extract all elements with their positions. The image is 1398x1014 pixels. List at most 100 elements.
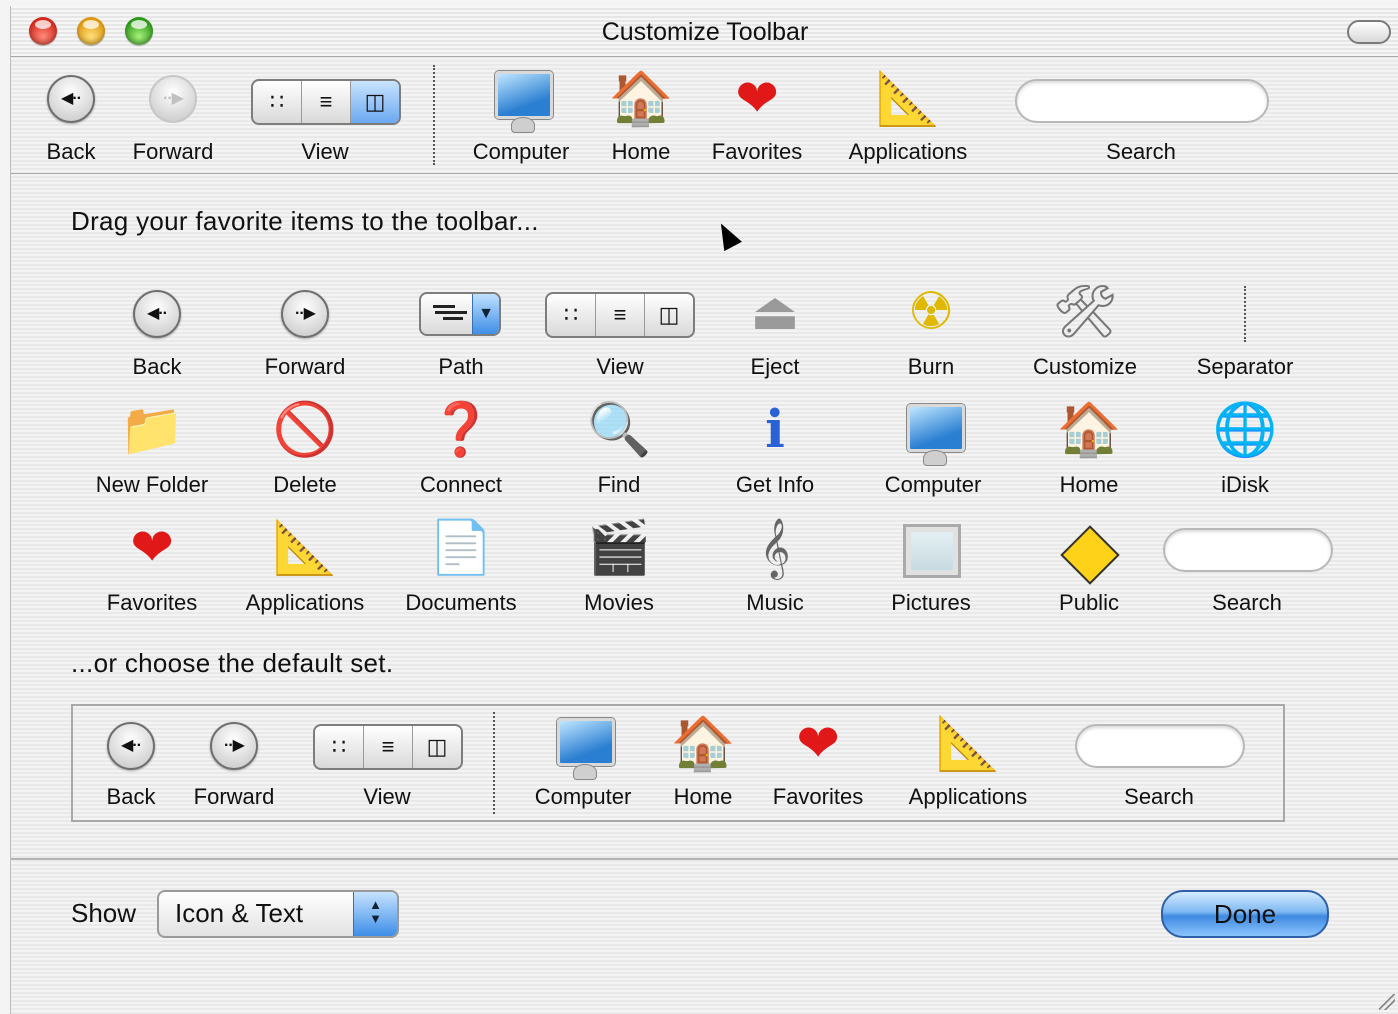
list-view-icon: ≡: [364, 726, 413, 768]
view-segmented-icon: ∷ ≡ ◫: [545, 292, 695, 338]
mouse-cursor-icon: [712, 218, 742, 252]
palette-item-label: Separator: [1196, 354, 1294, 379]
default-item-label: Back: [106, 784, 156, 809]
list-view-icon: ≡: [302, 81, 351, 123]
palette-item-public[interactable]: Public: [1029, 514, 1149, 624]
customize-toolbar-window: Customize Toolbar ◀·· Back ··▶ Forward ∷…: [10, 6, 1398, 1014]
palette-item-label: New Folder: [95, 472, 209, 497]
palette-item-customize[interactable]: 🛠 Customize: [1015, 278, 1155, 388]
palette-item-home[interactable]: 🏠 Home: [1029, 396, 1149, 506]
palette-item-forward[interactable]: ··▶ Forward: [245, 278, 365, 388]
palette-heading: Drag your favorite items to the toolbar.…: [71, 206, 539, 236]
show-popup-value: Icon & Text: [175, 898, 304, 928]
palette-item-label: Documents: [405, 590, 517, 615]
picture-frame-icon: [903, 524, 961, 578]
palette-item-new-folder[interactable]: 📁 New Folder: [77, 396, 227, 506]
toolbar-toggle-button[interactable]: [1347, 20, 1391, 44]
burn-icon: ☢: [907, 283, 955, 341]
toolbar-item-applications[interactable]: 📐 Applications: [833, 57, 983, 173]
delete-icon: 🚫: [272, 401, 338, 459]
default-item-label: Computer: [534, 784, 632, 809]
palette-item-applications[interactable]: 📐 Applications: [231, 514, 379, 624]
default-item-label: Favorites: [772, 784, 864, 809]
toolbar-item-label: Applications: [848, 139, 968, 164]
palette-item-label: Applications: [245, 590, 365, 615]
palette-item-computer[interactable]: Computer: [871, 396, 995, 506]
default-set-heading: ...or choose the default set.: [71, 648, 394, 678]
home-icon: 🏠: [1056, 401, 1122, 459]
palette-item-view[interactable]: ∷ ≡ ◫ View: [535, 278, 705, 388]
palette-item-back[interactable]: ◀·· Back: [97, 278, 217, 388]
info-icon: ℹ: [765, 401, 785, 459]
idisk-globe-icon: 🌐: [1212, 401, 1278, 459]
default-item-search: Search: [1069, 706, 1249, 820]
resize-handle[interactable]: [1379, 994, 1395, 1010]
eject-icon: ⏏: [750, 283, 800, 341]
toolbar-item-search[interactable]: Search: [1011, 57, 1271, 173]
path-icon: ▼: [419, 292, 501, 336]
toolbar-item-computer[interactable]: Computer: [461, 57, 581, 173]
applications-icon: 📐: [935, 715, 1001, 773]
column-view-icon: ◫: [351, 81, 399, 123]
toolbar-item-back[interactable]: ◀·· Back: [31, 57, 111, 173]
column-view-icon: ◫: [426, 734, 448, 759]
palette-item-label: Favorites: [106, 590, 198, 615]
palette-item-delete[interactable]: 🚫 Delete: [245, 396, 365, 506]
default-item-back: ◀·· Back: [93, 706, 169, 820]
palette-item-connect[interactable]: ❓ Connect: [401, 396, 521, 506]
palette-item-label: Public: [1059, 590, 1119, 615]
icon-view-icon: ∷: [315, 726, 364, 768]
toolbar-separator: [433, 65, 435, 165]
popup-arrows-icon: ▲ ▼: [353, 892, 397, 936]
palette-item-label: Music: [746, 590, 804, 615]
palette-item-label: Path: [438, 354, 484, 379]
search-field: [1163, 528, 1333, 572]
computer-icon: [907, 404, 965, 466]
palette-item-get-info[interactable]: ℹ Get Info: [715, 396, 835, 506]
palette-item-eject[interactable]: ⏏ Eject: [715, 278, 835, 388]
palette-item-burn[interactable]: ☢ Burn: [871, 278, 991, 388]
default-item-home: 🏠 Home: [663, 706, 743, 820]
toolbar-item-label: Favorites: [711, 139, 803, 164]
toolbar-item-forward[interactable]: ··▶ Forward: [123, 57, 223, 173]
palette-item-label: Pictures: [891, 590, 971, 615]
default-toolbar-set[interactable]: ◀·· Back ··▶ Forward ∷ ≡ ◫ View Computer…: [71, 704, 1285, 822]
palette-item-label: Search: [1212, 590, 1282, 615]
applications-icon: 📐: [875, 70, 941, 128]
done-button[interactable]: Done: [1161, 890, 1329, 938]
toolbar-item-home[interactable]: 🏠 Home: [601, 57, 681, 173]
new-folder-icon: 📁: [119, 401, 185, 459]
palette-item-find[interactable]: 🔍 Find: [559, 396, 679, 506]
default-item-favorites: ❤ Favorites: [763, 706, 873, 820]
default-item-label: Search: [1124, 784, 1194, 809]
clapperboard-icon: 🎬: [586, 519, 652, 577]
view-segmented-icon: ∷ ≡ ◫: [251, 79, 401, 125]
palette-item-pictures[interactable]: Pictures: [871, 514, 991, 624]
palette-item-documents[interactable]: 📄 Documents: [393, 514, 529, 624]
palette-item-label: iDisk: [1221, 472, 1269, 497]
computer-icon: [557, 718, 615, 780]
icon-view-icon: ∷: [547, 294, 596, 336]
palette-item-favorites[interactable]: ❤ Favorites: [87, 514, 217, 624]
palette-item-movies[interactable]: 🎬 Movies: [559, 514, 679, 624]
current-toolbar: ◀·· Back ··▶ Forward ∷ ≡ ◫ View Computer…: [11, 57, 1398, 174]
back-arrow-icon: ◀··: [133, 290, 181, 338]
palette-item-label: Connect: [420, 472, 502, 497]
default-item-view: ∷ ≡ ◫ View: [309, 706, 465, 820]
toolbar-item-label: Search: [1106, 139, 1176, 164]
toolbar-item-favorites[interactable]: ❤ Favorites: [701, 57, 813, 173]
home-icon: 🏠: [670, 715, 736, 773]
palette-item-idisk[interactable]: 🌐 iDisk: [1185, 396, 1305, 506]
palette-item-label: Burn: [907, 354, 955, 379]
palette-item-search[interactable]: Search: [1157, 514, 1337, 624]
heart-icon: ❤: [130, 519, 174, 577]
forward-arrow-icon: ··▶: [281, 290, 329, 338]
palette-item-label: Eject: [750, 354, 800, 379]
toolbar-item-view[interactable]: ∷ ≡ ◫ View: [247, 57, 403, 173]
show-popup-menu[interactable]: Icon & Text ▲ ▼: [157, 890, 399, 938]
computer-icon: [495, 71, 553, 133]
search-field: [1075, 724, 1245, 768]
palette-item-separator[interactable]: Separator: [1177, 278, 1313, 388]
palette-item-music[interactable]: 𝄞 Music: [715, 514, 835, 624]
palette-item-path[interactable]: ▼ Path: [401, 278, 521, 388]
